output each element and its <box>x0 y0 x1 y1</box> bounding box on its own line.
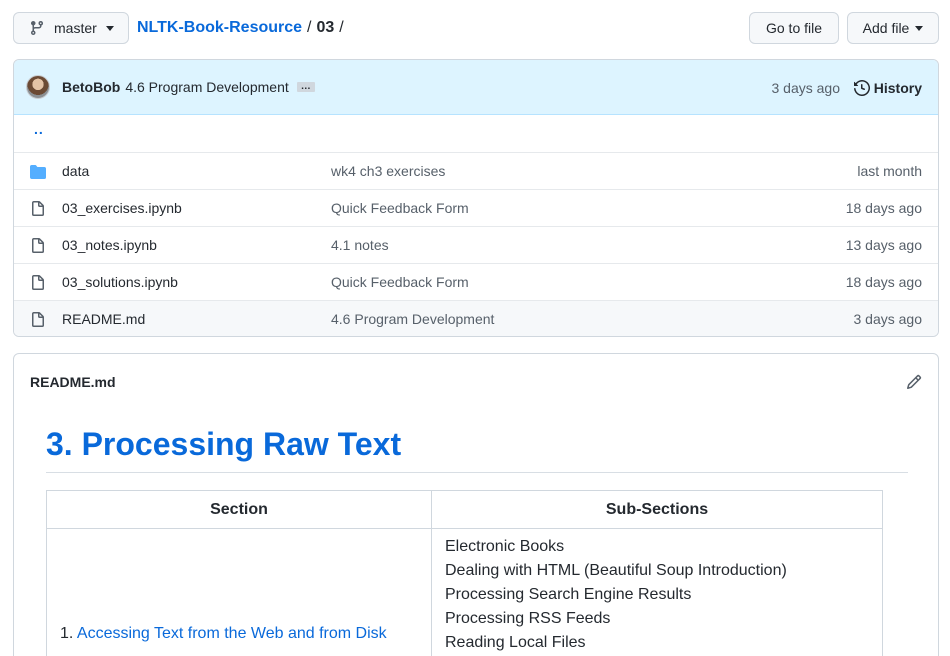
subsection-item: Reading Local Files <box>445 634 586 651</box>
file-commit-message-link[interactable]: 4.1 notes <box>331 237 389 253</box>
add-file-label: Add file <box>862 20 910 36</box>
file-commit-message-link[interactable]: Quick Feedback Form <box>331 200 469 216</box>
breadcrumb-separator: / <box>339 19 344 36</box>
file-name-link[interactable]: data <box>62 163 89 179</box>
file-row[interactable]: 03_notes.ipynb 4.1 notes 13 days ago <box>14 226 938 263</box>
table-header-subsections: Sub-Sections <box>431 490 883 529</box>
file-row[interactable]: README.md 4.6 Program Development 3 days… <box>14 300 938 336</box>
readme-table: Section Sub-Sections 1. Accessing Text f… <box>46 490 883 656</box>
history-label: History <box>873 79 922 96</box>
file-icon <box>32 275 44 290</box>
table-row: 1. Accessing Text from the Web and from … <box>46 528 883 656</box>
top-bar: master NLTK-Book-Resource / 03 / Go to f… <box>13 12 939 44</box>
pencil-icon[interactable] <box>906 374 922 390</box>
section-cell: 1. Accessing Text from the Web and from … <box>46 528 432 656</box>
file-row[interactable]: data wk4 ch3 exercises last month <box>14 152 938 189</box>
breadcrumb-separator: / <box>307 19 312 36</box>
file-icon <box>32 238 44 253</box>
readme-filename: README.md <box>30 374 116 390</box>
subsection-item: Electronic Books <box>445 538 565 555</box>
branch-label: master <box>54 20 97 36</box>
history-icon <box>853 79 870 96</box>
file-age: 13 days ago <box>845 237 922 253</box>
file-browser: BetoBob 4.6 Program Development … 3 days… <box>13 59 939 337</box>
readme-heading: 3. Processing Raw Text <box>46 426 908 473</box>
file-name-link[interactable]: 03_notes.ipynb <box>62 237 157 253</box>
parent-directory-link[interactable]: .. <box>34 121 44 137</box>
file-row[interactable]: 03_solutions.ipynb Quick Feedback Form 1… <box>14 263 938 300</box>
file-name-link[interactable]: README.md <box>62 311 145 327</box>
file-icon <box>32 201 44 216</box>
go-to-file-label: Go to file <box>765 20 823 36</box>
breadcrumb: NLTK-Book-Resource / 03 / <box>137 12 349 44</box>
file-icon <box>32 312 44 327</box>
chevron-down-icon <box>915 25 924 31</box>
file-age: 3 days ago <box>853 311 923 327</box>
commit-author-link[interactable]: BetoBob <box>62 79 120 95</box>
parent-directory-row[interactable]: .. <box>14 115 938 152</box>
file-row[interactable]: 03_exercises.ipynb Quick Feedback Form 1… <box>14 189 938 226</box>
folder-icon <box>30 165 46 179</box>
file-age: last month <box>857 163 922 179</box>
table-header-row: Section Sub-Sections <box>46 490 883 529</box>
file-age: 18 days ago <box>845 274 922 290</box>
avatar[interactable] <box>26 75 50 99</box>
expand-commit-button[interactable]: … <box>296 82 315 92</box>
section-number: 1. <box>60 625 74 642</box>
section-link[interactable]: Accessing Text from the Web and from Dis… <box>77 625 387 642</box>
readme-header: README.md <box>14 354 938 410</box>
readme-panel: README.md 3. Processing Raw Text Section… <box>13 353 939 656</box>
chevron-down-icon <box>105 25 114 31</box>
file-age: 18 days ago <box>845 200 922 216</box>
file-name-link[interactable]: 03_solutions.ipynb <box>62 274 178 290</box>
add-file-button[interactable]: Add file <box>847 12 939 44</box>
subsection-item: Processing Search Engine Results <box>445 586 692 603</box>
commit-message-link[interactable]: 4.6 Program Development <box>125 79 288 95</box>
subsections-cell: Electronic Books Dealing with HTML (Beau… <box>431 528 883 656</box>
file-commit-message-link[interactable]: Quick Feedback Form <box>331 274 469 290</box>
branch-selector-button[interactable]: master <box>13 12 129 44</box>
subsection-item: Dealing with HTML (Beautiful Soup Introd… <box>445 562 787 579</box>
history-link[interactable]: History <box>853 60 922 115</box>
commit-age: 3 days ago <box>771 79 841 96</box>
latest-commit-bar: BetoBob 4.6 Program Development … 3 days… <box>14 60 938 115</box>
breadcrumb-current-folder: 03 <box>316 19 335 36</box>
go-to-file-button[interactable]: Go to file <box>749 12 839 44</box>
file-commit-message-link[interactable]: wk4 ch3 exercises <box>331 163 445 179</box>
breadcrumb-repo-link[interactable]: NLTK-Book-Resource <box>137 19 302 37</box>
table-header-section: Section <box>46 490 432 529</box>
file-name-link[interactable]: 03_exercises.ipynb <box>62 200 182 216</box>
subsection-item: Processing RSS Feeds <box>445 610 611 627</box>
file-commit-message-link[interactable]: 4.6 Program Development <box>331 311 494 327</box>
git-branch-icon <box>30 21 43 36</box>
